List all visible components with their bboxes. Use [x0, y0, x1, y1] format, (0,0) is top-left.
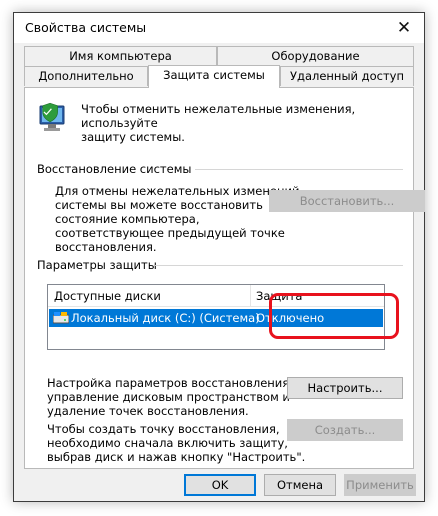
restore-line: состояние компьютера,	[55, 212, 200, 226]
create-line: необходимо сначала включить защиту,	[47, 436, 288, 450]
cancel-button[interactable]: Отмена	[264, 474, 336, 496]
tab-hardware[interactable]: Оборудование	[217, 46, 414, 66]
restore-description: Для отмены нежелательных изменений систе…	[55, 184, 299, 254]
configure-button[interactable]: Настроить...	[287, 377, 403, 399]
tab-computer-name[interactable]: Имя компьютера	[24, 46, 217, 66]
tab-label: Защита системы	[163, 68, 265, 82]
column-separator[interactable]	[250, 285, 251, 307]
protection-group-title: Параметры защиты	[37, 258, 157, 272]
create-button[interactable]: Создать...	[287, 419, 403, 441]
group-divider	[155, 265, 403, 266]
create-line: выбрав диск и нажав кнопку "Настроить".	[47, 450, 306, 464]
restore-line: восстановления.	[55, 240, 157, 254]
tab-remote[interactable]: Удаленный доступ	[280, 66, 414, 86]
title-bar[interactable]: Свойства системы ✕	[14, 13, 424, 43]
configure-description: Настройка параметров восстановления, упр…	[47, 376, 293, 418]
tab-label: Дополнительно	[38, 69, 134, 83]
column-header-protection[interactable]: Защита	[256, 289, 302, 303]
configure-line: управление дисковым пространством и	[47, 390, 290, 404]
tab-system-protection[interactable]: Защита системы	[148, 65, 280, 88]
system-properties-window: Свойства системы ✕ Имя компьютера Оборуд…	[13, 12, 425, 502]
column-header-drives[interactable]: Доступные диски	[54, 289, 161, 303]
ok-button[interactable]: OK	[184, 474, 256, 496]
configure-line: Настройка параметров восстановления,	[47, 376, 293, 390]
tab-label: Оборудование	[271, 49, 360, 63]
system-protection-icon	[39, 102, 65, 131]
restore-group-title: Восстановление системы	[37, 162, 192, 176]
window-title: Свойства системы	[25, 20, 147, 35]
group-divider	[195, 169, 403, 170]
listview-header: Доступные диски Защита	[48, 285, 384, 307]
create-description: Чтобы создать точку восстановления, необ…	[47, 422, 305, 464]
drive-icon	[53, 312, 69, 324]
drives-listview[interactable]: Доступные диски Защита Локальный диск (C…	[47, 284, 385, 350]
intro-text: Чтобы отменить нежелательные изменения, …	[81, 102, 413, 144]
restore-button[interactable]: Восстановить...	[269, 190, 425, 212]
intro-line: защиту системы.	[81, 130, 185, 144]
close-icon: ✕	[396, 18, 412, 38]
apply-button[interactable]: Применить	[344, 474, 416, 496]
tab-advanced[interactable]: Дополнительно	[24, 66, 148, 86]
tab-label: Удаленный доступ	[289, 69, 404, 83]
restore-line: системы вы можете восстановить	[55, 198, 263, 212]
restore-line: Для отмены нежелательных изменений	[55, 184, 300, 198]
intro-line: Чтобы отменить нежелательные изменения, …	[81, 102, 356, 130]
drive-protection-status: Отключено	[256, 311, 325, 325]
configure-line: удаление точек восстановления.	[47, 404, 249, 418]
system-protection-panel: Чтобы отменить нежелательные изменения, …	[24, 87, 425, 469]
drive-row-c[interactable]: Локальный диск (C:) (Система) Отключено	[49, 309, 383, 327]
close-button[interactable]: ✕	[384, 13, 424, 43]
drive-name: Локальный диск (C:) (Система)	[71, 311, 260, 325]
create-line: Чтобы создать точку восстановления,	[47, 422, 280, 436]
restore-line: соответствующее предыдущей точке	[55, 226, 285, 240]
tab-label: Имя компьютера	[69, 49, 172, 63]
